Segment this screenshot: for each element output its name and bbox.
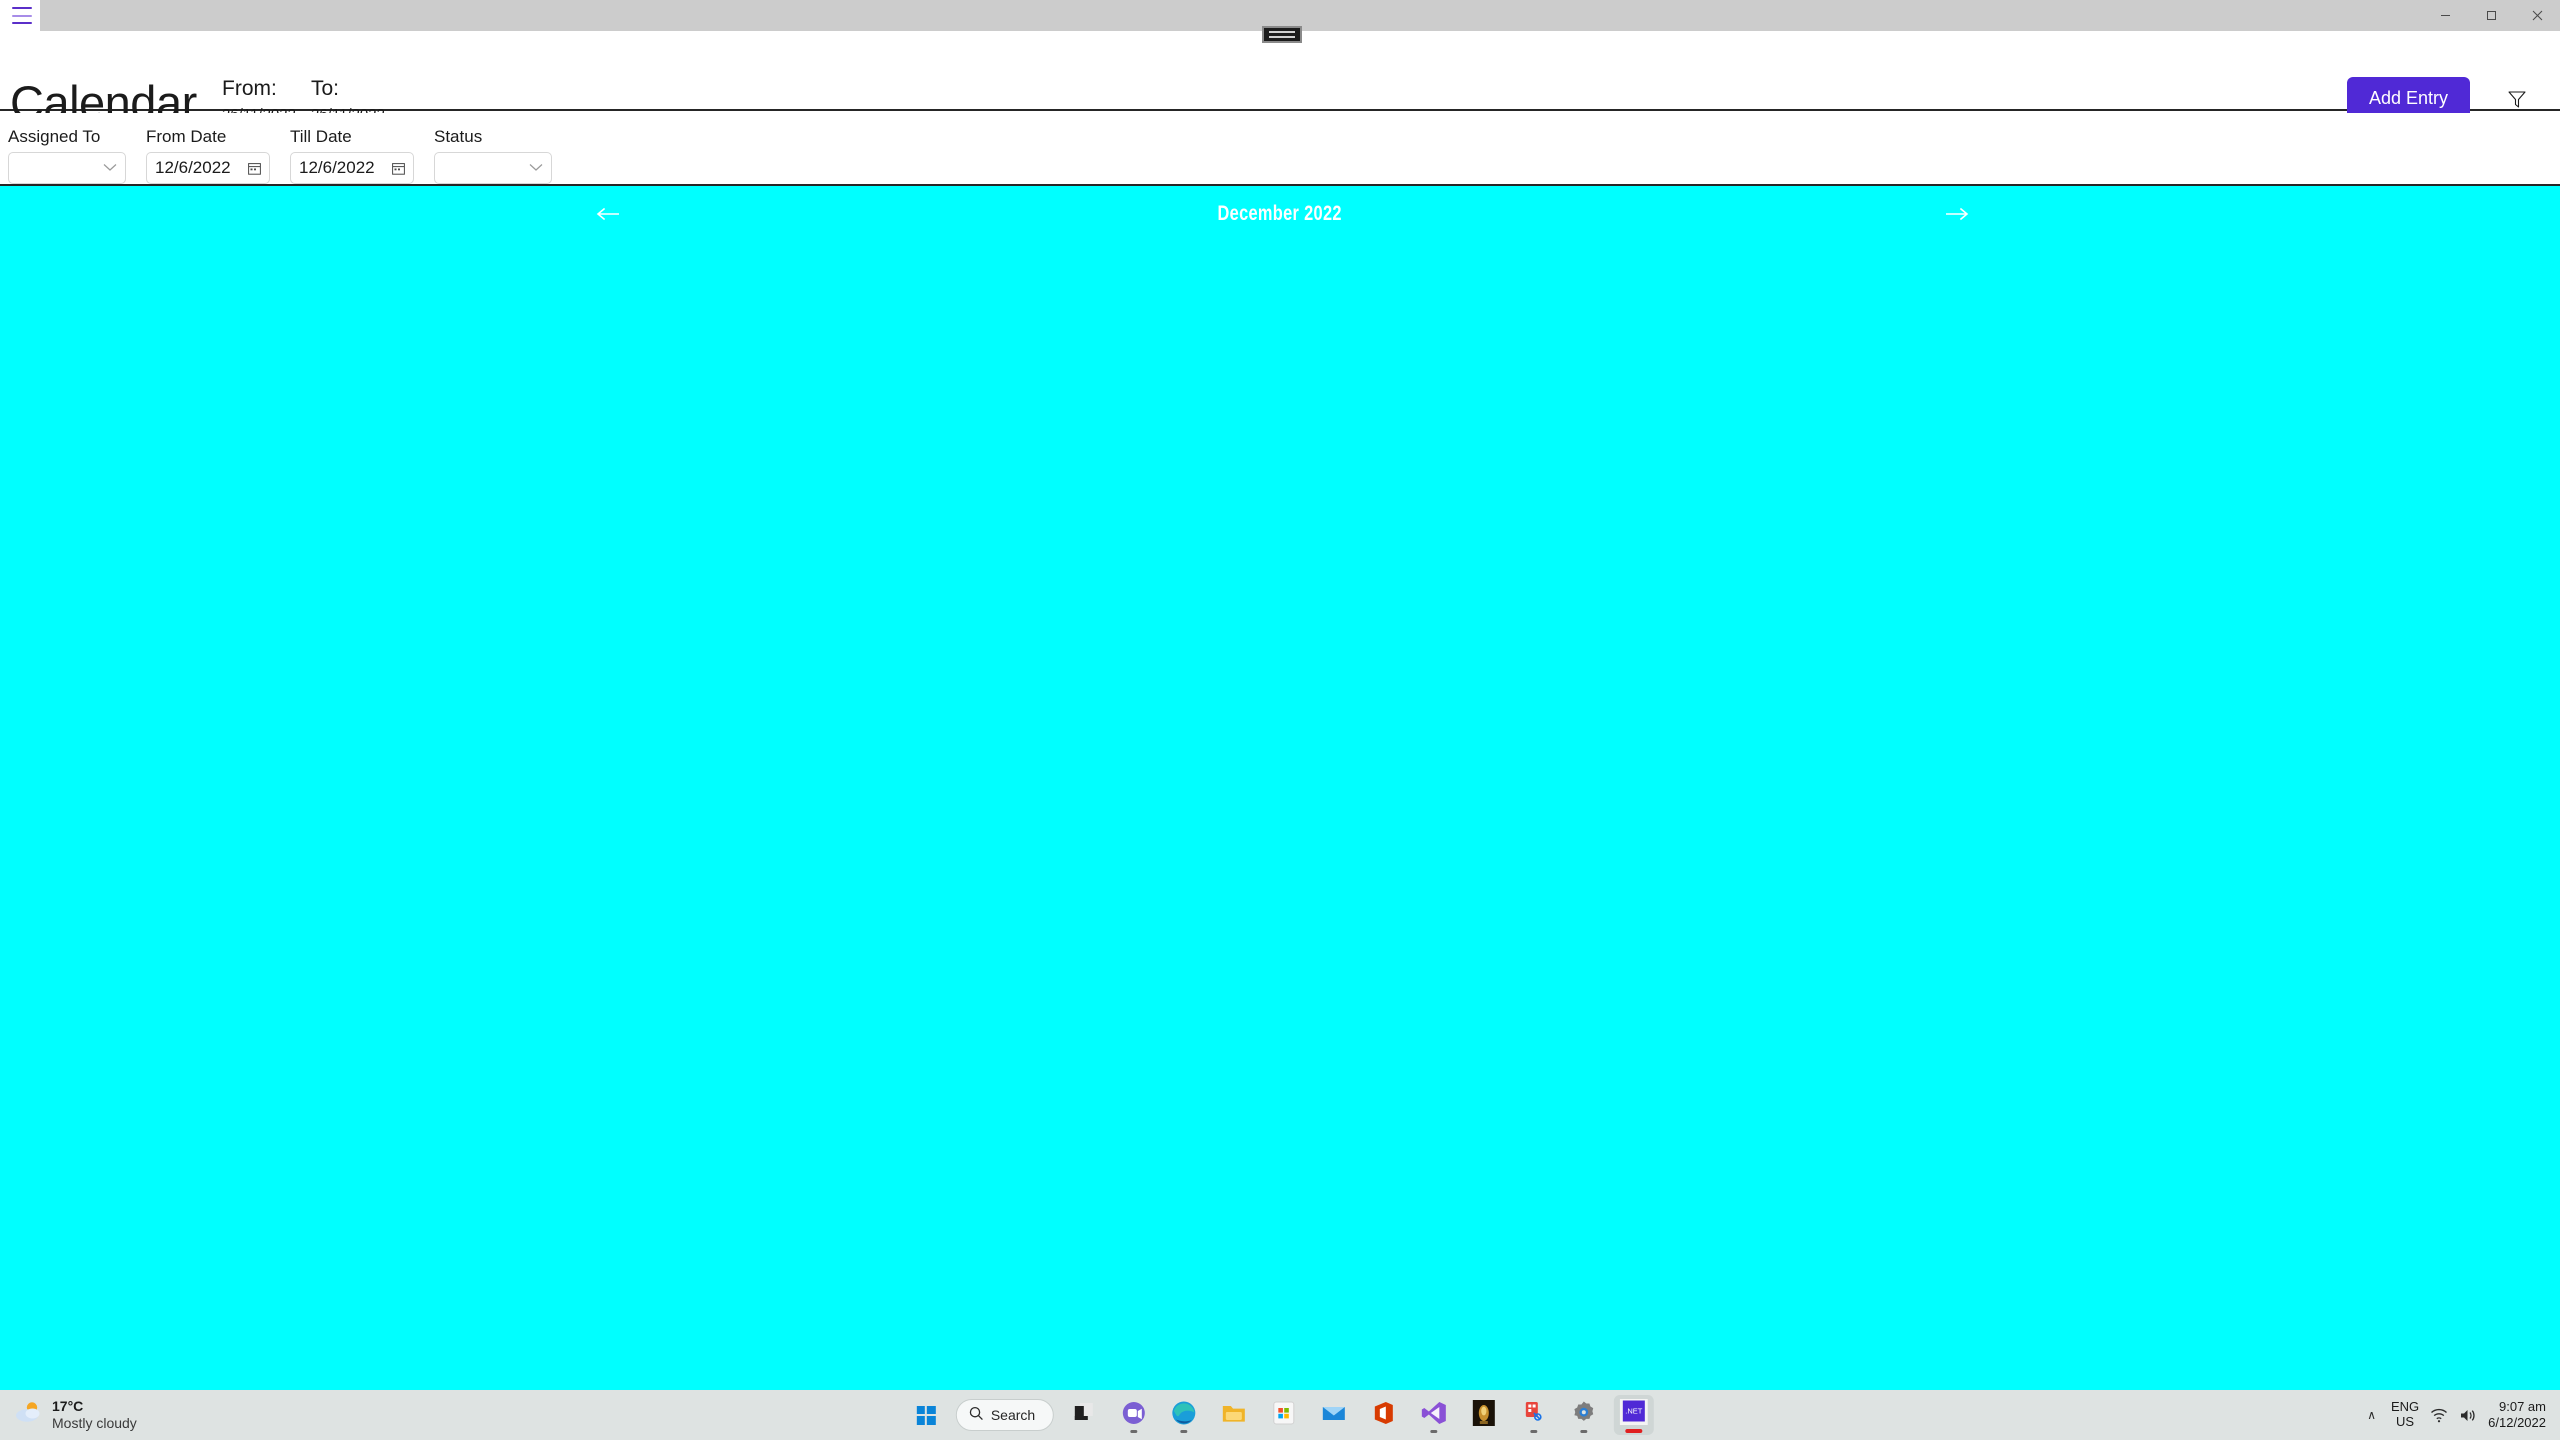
search-label: Search [990, 1407, 1036, 1423]
previous-month-button[interactable] [588, 198, 628, 230]
taskbar-app-mail[interactable] [1314, 1395, 1354, 1435]
filter-till-date: Till Date 12/6/2022 [290, 113, 414, 184]
minimize-button[interactable] [2422, 0, 2468, 31]
app-running-indicator [1530, 1430, 1538, 1433]
filter-status: Status [434, 113, 552, 184]
calendar-month-nav: December 2022 [0, 186, 2560, 242]
next-month-button[interactable] [1937, 198, 1977, 230]
start-button[interactable] [906, 1395, 946, 1435]
assigned-to-label: Assigned To [8, 127, 101, 146]
taskbar-app-office[interactable] [1364, 1395, 1404, 1435]
clock-widget[interactable]: 9:07 am 6/12/2022 [2488, 1399, 2552, 1430]
filter-bar: Assigned To From Date 12/6/2022 Till Dat… [0, 113, 2560, 186]
range-to-label: To: [311, 77, 340, 100]
calendar-grid-area[interactable] [0, 242, 2560, 1390]
chevron-down-icon [103, 159, 117, 177]
weather-temperature: 17°C [52, 1398, 84, 1414]
weather-widget[interactable]: 17°C Mostly cloudy [14, 1398, 137, 1432]
taskbar-app-edge[interactable] [1164, 1395, 1204, 1435]
calendar-view: December 2022 [0, 186, 2560, 1390]
taskbar-app-file-explorer[interactable] [1214, 1395, 1254, 1435]
edge-icon [1171, 1400, 1197, 1431]
status-label: Status [434, 127, 483, 146]
chevron-down-icon [529, 159, 543, 177]
restore-button[interactable] [2468, 0, 2514, 31]
tray-overflow-button[interactable]: ∧ [2363, 1408, 2380, 1422]
language-indicator[interactable]: ENG US [2390, 1399, 2420, 1430]
calendar-icon[interactable] [392, 162, 405, 175]
taskbar-app-dotnet[interactable]: .NET [1614, 1395, 1655, 1435]
search-icon [969, 1406, 984, 1424]
app-running-indicator [1580, 1430, 1588, 1433]
visual-studio-icon [1421, 1400, 1447, 1431]
till-date-input[interactable]: 12/6/2022 [290, 152, 414, 184]
till-date-label: Till Date [290, 127, 352, 146]
language-line-1: ENG [2390, 1399, 2420, 1415]
calendar-month-label: December 2022 [1217, 202, 1343, 225]
system-tray: ∧ ENG US 9:07 am 6/12/2022 [2363, 1390, 2552, 1440]
speaker-icon[interactable] [2459, 1408, 2477, 1423]
svg-text:.NET: .NET [1626, 1406, 1644, 1415]
taskbar-app-photos[interactable] [1464, 1395, 1504, 1435]
app-active-indicator [1625, 1429, 1643, 1433]
status-select[interactable] [434, 152, 552, 184]
gear-icon [1571, 1400, 1597, 1431]
window-snap-indicator [1262, 26, 1302, 43]
funnel-filter-icon[interactable] [2502, 86, 2532, 112]
mail-icon [1321, 1400, 1347, 1431]
tray-time: 9:07 am [2499, 1399, 2546, 1415]
explorer-icon [1071, 1400, 1097, 1431]
filter-assigned-to: Assigned To [8, 113, 126, 184]
scissors-icon [1521, 1400, 1547, 1431]
taskbar-app-visual-studio[interactable] [1414, 1395, 1454, 1435]
taskbar-app-settings[interactable] [1564, 1395, 1604, 1435]
windows-taskbar: 17°C Mostly cloudy Search .NET ∧ ENG US … [0, 1390, 2560, 1440]
range-from-label: From: [222, 77, 277, 100]
window-controls [2422, 0, 2560, 31]
from-date-input[interactable]: 12/6/2022 [146, 152, 270, 184]
language-line-2: US [2396, 1414, 2415, 1429]
dotnet-icon: .NET [1620, 1398, 1649, 1432]
from-date-label: From Date [146, 127, 227, 146]
assigned-to-select[interactable] [8, 152, 126, 184]
app-running-indicator [1130, 1430, 1138, 1433]
teams-icon [1121, 1400, 1147, 1431]
folder-icon [1221, 1400, 1247, 1431]
taskbar-search[interactable]: Search [955, 1399, 1055, 1431]
hamburger-menu-icon[interactable] [12, 7, 32, 24]
weather-description: Mostly cloudy [52, 1414, 137, 1431]
filter-from-date: From Date 12/6/2022 [146, 113, 270, 184]
weather-icon [14, 1399, 44, 1430]
windows-logo-icon [916, 1405, 936, 1425]
app-running-indicator [1430, 1430, 1438, 1433]
calendar-icon[interactable] [248, 162, 261, 175]
store-icon [1271, 1400, 1297, 1431]
wifi-icon[interactable] [2430, 1408, 2448, 1423]
app-running-indicator [1180, 1430, 1188, 1433]
taskbar-app-explorer-dark[interactable] [1064, 1395, 1104, 1435]
close-button[interactable] [2514, 0, 2560, 31]
taskbar-app-teams[interactable] [1114, 1395, 1154, 1435]
taskbar-app-microsoft-store[interactable] [1264, 1395, 1304, 1435]
app-header: Calendar From: 26/11/2022 To: 26/11/2022… [0, 31, 2560, 129]
from-date-value: 12/6/2022 [155, 158, 231, 177]
taskbar-apps: Search .NET [906, 1390, 1655, 1440]
till-date-value: 12/6/2022 [299, 158, 375, 177]
photo-thumbnail-icon [1472, 1399, 1496, 1431]
office-icon [1371, 1400, 1397, 1431]
taskbar-app-snipping-tool[interactable] [1514, 1395, 1554, 1435]
tray-date: 6/12/2022 [2488, 1415, 2546, 1430]
